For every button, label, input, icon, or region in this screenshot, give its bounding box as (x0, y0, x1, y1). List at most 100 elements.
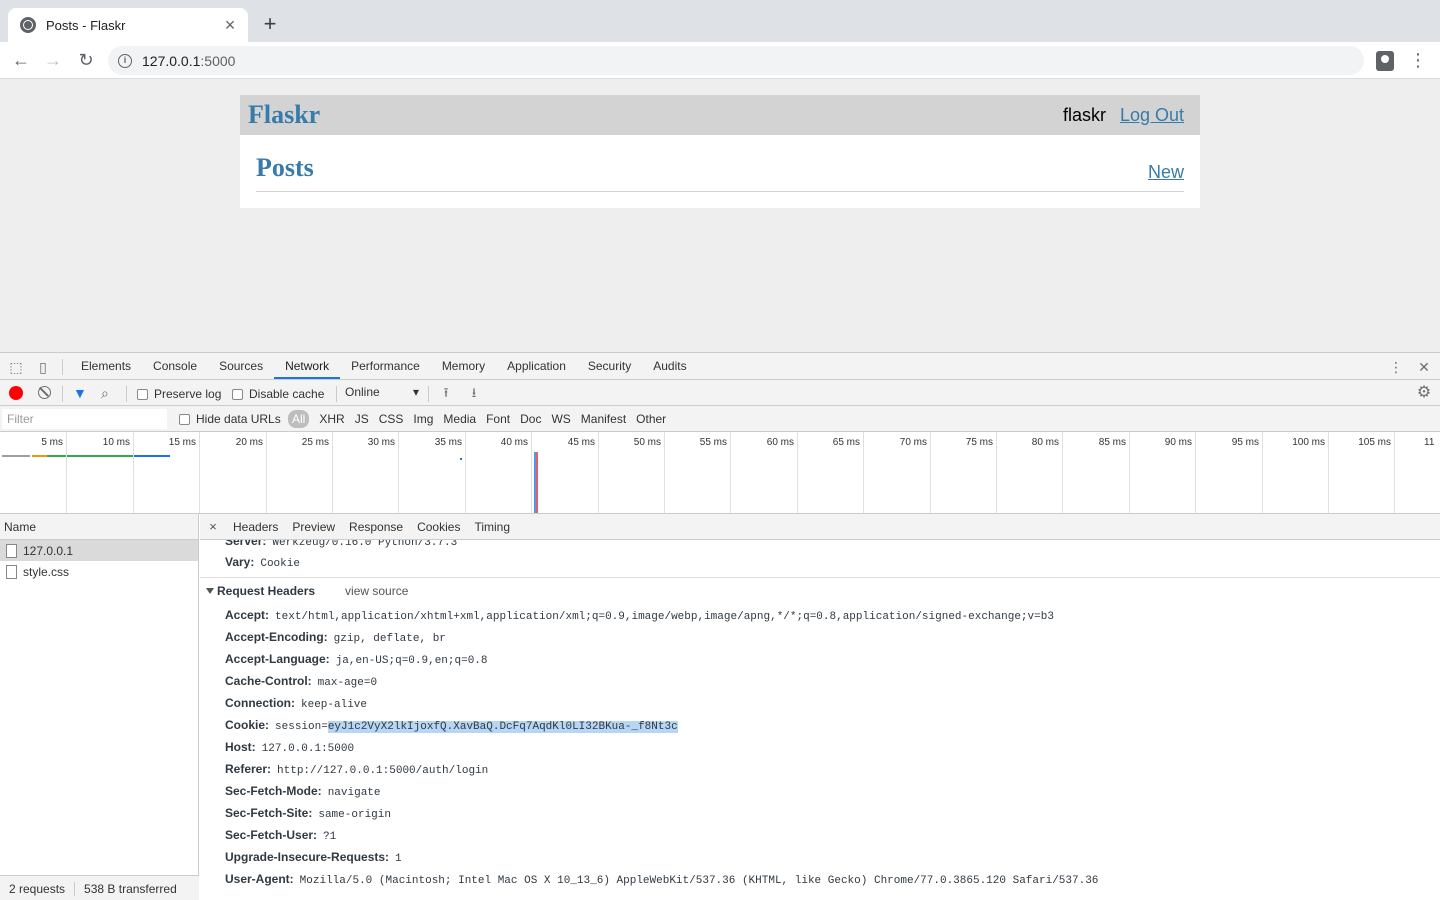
detail-tab-timing[interactable]: Timing (467, 514, 517, 540)
filter-icon[interactable]: ▼ (73, 385, 89, 401)
type-filter-js[interactable]: JS (355, 410, 369, 428)
filter-bar: Filter Hide data URLs All XHR JS CSS Img Medi… (0, 406, 1440, 432)
network-overview-timeline[interactable]: 5 ms 10 ms 15 ms 20 ms 25 ms 30 ms 35 ms 40 ms 4… (0, 432, 1440, 514)
header-name: Sec-Fetch-Site: (225, 806, 313, 820)
devtools-tab-performance[interactable]: Performance (340, 353, 431, 379)
devtools-tab-sources[interactable]: Sources (208, 353, 274, 379)
type-filter-manifest[interactable]: Manifest (581, 410, 626, 428)
type-filter-xhr[interactable]: XHR (319, 410, 344, 428)
export-har-icon[interactable]: ⭳ (467, 385, 481, 401)
devtools-tab-application[interactable]: Application (496, 353, 577, 379)
header-name: Server: (225, 540, 267, 548)
browser-tab[interactable]: Posts - Flaskr × (8, 8, 248, 42)
timeline-tick-label: 55 ms (699, 437, 727, 448)
header-name: Accept-Encoding: (225, 630, 328, 644)
forward-button[interactable]: → (41, 48, 65, 72)
type-filter-img[interactable]: Img (413, 410, 433, 428)
type-filter-other[interactable]: Other (636, 410, 666, 428)
devtools-tab-memory[interactable]: Memory (431, 353, 496, 379)
name-column-header[interactable]: Name (0, 514, 198, 540)
new-tab-button[interactable]: + (258, 12, 282, 36)
type-filter-css[interactable]: CSS (379, 410, 404, 428)
clear-button[interactable] (38, 386, 51, 399)
device-toolbar-icon[interactable]: ▯ (35, 359, 51, 375)
timeline-tick-label: 95 ms (1231, 437, 1259, 448)
detail-tab-response[interactable]: Response (342, 514, 410, 540)
tab-strip: Posts - Flaskr × + (0, 0, 1440, 42)
devtools-tab-elements[interactable]: Elements (70, 353, 142, 379)
timeline-tick-label: 20 ms (235, 437, 263, 448)
checkbox-box[interactable] (232, 388, 243, 400)
header-value: Mozilla/5.0 (Macintosh; Intel Mac OS X 1… (299, 875, 1099, 887)
close-tab-icon[interactable]: × (222, 16, 238, 34)
view-source-link[interactable]: view source (345, 584, 408, 598)
timeline-tick-label: 40 ms (500, 437, 528, 448)
detail-tab-preview[interactable]: Preview (285, 514, 342, 540)
close-devtools-icon[interactable]: ✕ (1416, 359, 1432, 375)
settings-gear-icon[interactable]: ⚙ (1416, 385, 1432, 401)
header-value: gzip, deflate, br (333, 633, 446, 645)
devtools-tab-audits[interactable]: Audits (642, 353, 697, 379)
disable-cache-checkbox[interactable]: Disable cache (232, 387, 324, 401)
browser-toolbar: ← → ↻ i 127.0.0.1:5000 ⋮ (0, 42, 1440, 79)
timeline-tick-label: 85 ms (1098, 437, 1126, 448)
brand-link[interactable]: Flaskr (248, 100, 1063, 130)
header-value: navigate (327, 787, 381, 799)
type-filter-media[interactable]: Media (443, 410, 476, 428)
reload-button[interactable]: ↻ (74, 48, 98, 72)
address-bar[interactable]: i 127.0.0.1:5000 (108, 46, 1364, 75)
page-viewport: Flaskr flaskr Log Out Posts New (0, 79, 1440, 352)
type-filter-font[interactable]: Font (486, 410, 510, 428)
url-host: 127.0.0.1 (142, 52, 201, 69)
type-filter-ws[interactable]: WS (551, 410, 570, 428)
header-row: Sec-Fetch-Mode: navigate (225, 782, 381, 800)
header-row: Sec-Fetch-User: ?1 (225, 826, 336, 844)
import-har-icon[interactable]: ⭱ (439, 385, 453, 401)
checkbox-box[interactable] (179, 413, 190, 425)
headers-view: Server: Werkzeug/0.16.0 Python/3.7.3 Vary… (200, 540, 1440, 900)
type-filter-all[interactable]: All (288, 410, 310, 428)
document-icon (6, 564, 17, 579)
preserve-log-checkbox[interactable]: Preserve log (137, 387, 221, 401)
timeline-tick-label: 70 ms (899, 437, 927, 448)
browser-menu-icon[interactable]: ⋮ (1408, 48, 1428, 72)
request-row[interactable]: 127.0.0.1 (0, 540, 198, 561)
profile-icon[interactable] (1376, 51, 1394, 71)
divider (428, 386, 429, 402)
devtools-tab-network[interactable]: Network (274, 353, 341, 379)
timeline-gridline (332, 432, 333, 513)
hide-data-urls-checkbox[interactable]: Hide data URLs (179, 412, 281, 426)
info-icon[interactable]: i (118, 53, 132, 68)
request-headers-section[interactable]: Request Headers view source (206, 584, 408, 598)
timeline-tick-label: 80 ms (1031, 437, 1059, 448)
logout-link[interactable]: Log Out (1120, 105, 1184, 126)
close-detail-icon[interactable]: × (200, 519, 226, 534)
header-value: ja,en-US;q=0.9,en;q=0.8 (335, 655, 488, 667)
inspect-element-icon[interactable]: ⬚ (8, 359, 24, 375)
devtools-tab-security[interactable]: Security (577, 353, 642, 379)
devtools-tab-console[interactable]: Console (142, 353, 208, 379)
filter-input[interactable]: Filter (2, 409, 167, 429)
back-button[interactable]: ← (9, 48, 33, 72)
record-button[interactable] (9, 386, 23, 400)
checkbox-box[interactable] (137, 388, 148, 400)
new-post-link[interactable]: New (1148, 162, 1184, 183)
request-name: 127.0.0.1 (23, 543, 74, 558)
search-icon[interactable]: ⌕ (101, 385, 117, 401)
throttle-select[interactable]: Online ▾ (345, 385, 419, 399)
devtools-menu-icon[interactable]: ⋮ (1388, 359, 1404, 375)
header-value: Werkzeug/0.16.0 Python/3.7.3 (272, 540, 458, 549)
header-value: max-age=0 (317, 677, 378, 689)
timeline-tick-label: 25 ms (301, 437, 329, 448)
resource-type-filters: All XHR JS CSS Img Media Font Doc WS Manifest Othe… (288, 410, 676, 428)
detail-tab-cookies[interactable]: Cookies (410, 514, 467, 540)
timeline-gridline (1328, 432, 1329, 513)
request-row[interactable]: style.css (0, 561, 198, 582)
timeline-tick-label: 35 ms (434, 437, 462, 448)
header-row: Referer: http://127.0.0.1:5000/auth/login (225, 760, 488, 778)
timeline-tick-label: 45 ms (567, 437, 595, 448)
timeline-gridline (930, 432, 931, 513)
type-filter-doc[interactable]: Doc (520, 410, 541, 428)
detail-tab-headers[interactable]: Headers (226, 514, 285, 540)
expand-triangle-icon[interactable] (206, 588, 214, 594)
